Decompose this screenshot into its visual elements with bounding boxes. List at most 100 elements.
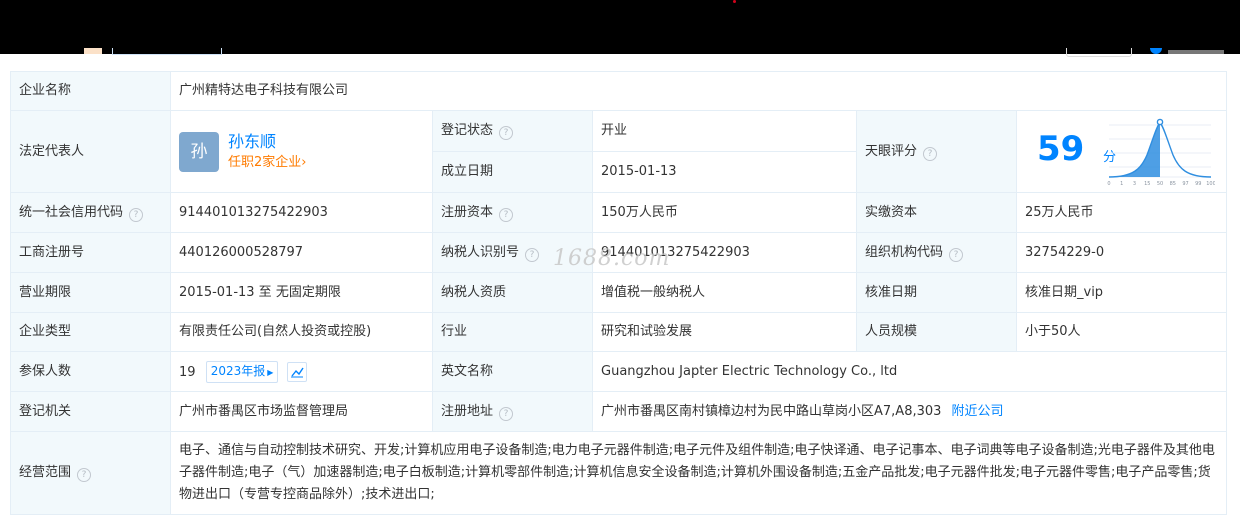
address-cell: 广州市番禺区南村镇樟边村为民中路山草岗小区A7,A8,303 附近公司 <box>592 391 1227 432</box>
staff-size-label: 人员规模 <box>856 312 1017 352</box>
scope-label: 经营范围 <box>19 465 72 480</box>
authority-value: 广州市番禺区市场监督管理局 <box>170 391 433 432</box>
authority-label: 登记机关 <box>10 391 171 432</box>
company-name-label: 企业名称 <box>10 71 171 111</box>
paid-capital-value: 25万人民币 <box>1016 192 1227 233</box>
org-code-label-cell: 组织机构代码? <box>856 232 1017 273</box>
found-date-label: 成立日期 <box>432 151 593 193</box>
approval-date-label: 核准日期 <box>856 272 1017 313</box>
avatar[interactable]: 孙 <box>179 131 219 172</box>
help-icon[interactable]: ? <box>525 247 540 262</box>
help-icon[interactable]: ? <box>129 207 144 222</box>
blue-tab-fragment <box>112 48 222 55</box>
reg-status-label: 登记状态 <box>441 123 494 138</box>
found-date-value: 2015-01-13 <box>592 151 857 193</box>
annual-report-badge[interactable]: 2023年报 ▶ <box>205 360 279 383</box>
insured-label: 参保人数 <box>10 351 171 392</box>
reg-capital-label: 注册资本 <box>441 204 494 220</box>
caret-right-icon: ▶ <box>267 367 274 377</box>
taxpayer-qual-value: 增值税一般纳税人 <box>592 272 857 313</box>
top-black-bar <box>0 0 1240 54</box>
term-label: 营业期限 <box>10 272 171 313</box>
help-icon[interactable]: ? <box>499 207 514 222</box>
score-tick-label: 3 <box>1133 181 1136 187</box>
paid-capital-label: 实缴资本 <box>856 192 1017 233</box>
score-tick-label: 100 <box>1206 181 1215 187</box>
company-name-value: 广州精特达电子科技有限公司 <box>170 71 1227 111</box>
taxpayer-qual-label: 纳税人资质 <box>432 272 593 313</box>
industry-label: 行业 <box>432 312 593 352</box>
legal-rep-name-link[interactable]: 孙东顺 <box>228 131 306 153</box>
row-credit-code: 统一社会信用代码? 914401013275422903 注册资本? 150万人… <box>10 192 1227 233</box>
taxpayer-id-label: 纳税人识别号 <box>441 244 520 260</box>
trend-chart-icon[interactable] <box>286 361 307 382</box>
help-icon[interactable]: ? <box>499 406 514 421</box>
biz-reg-no-label: 工商注册号 <box>10 232 171 273</box>
score-tick-label: 99 <box>1195 181 1201 187</box>
english-name-label: 英文名称 <box>432 351 593 392</box>
org-code-label: 组织机构代码 <box>865 244 944 260</box>
help-icon[interactable]: ? <box>77 468 92 482</box>
score-label-cell: 天眼评分? <box>856 110 1017 193</box>
header-strip <box>0 48 1240 62</box>
reg-capital-label-cell: 注册资本? <box>432 192 593 233</box>
control-button-fragment[interactable] <box>1066 48 1132 57</box>
staff-size-value: 小于50人 <box>1016 312 1227 352</box>
address-value: 广州市番禺区南村镇樟边村为民中路山草岗小区A7,A8,303 <box>601 403 942 419</box>
type-value: 有限责任公司(自然人投资或控股) <box>170 312 433 352</box>
score-tick-label: 1 <box>1120 181 1123 187</box>
row-insured: 参保人数 19 2023年报 ▶ 英文名称 Guangzhou Japter El… <box>10 351 1227 392</box>
score-tick-label: 15 <box>1144 181 1150 187</box>
address-label-cell: 注册地址? <box>432 391 593 432</box>
score-tick-label: 85 <box>1170 181 1176 187</box>
legal-rep-companies-text: 任职2家企业 <box>228 154 302 170</box>
score-label: 天眼评分 <box>865 143 918 159</box>
score-distribution-chart: 0 1 3 15 50 85 97 99 100 <box>1107 118 1215 187</box>
scope-value: 电子、通信与自动控制技术研究、开发;计算机应用电子设备制造;电力电子元器件制造;… <box>170 431 1227 515</box>
insured-value: 19 <box>179 364 196 380</box>
header-control-fragment <box>1168 50 1224 54</box>
score-tick-label: 0 <box>1107 181 1110 187</box>
industry-value: 研究和试验发展 <box>592 312 857 352</box>
credit-code-label-cell: 统一社会信用代码? <box>10 192 171 233</box>
approval-date-value: 核准日期_vip <box>1016 272 1227 313</box>
biz-reg-no-value: 440126000528797 <box>170 232 433 273</box>
help-icon[interactable]: ? <box>949 247 964 262</box>
address-label: 注册地址 <box>441 403 494 419</box>
score-cell[interactable]: 59 分 0 1 3 15 50 85 97 99 100 <box>1016 110 1227 193</box>
legal-rep-cell: 孙 孙东顺 任职2家企业› <box>170 110 433 193</box>
row-authority: 登记机关 广州市番禺区市场监督管理局 注册地址? 广州市番禺区南村镇樟边村为民中… <box>10 391 1227 432</box>
legal-rep-label: 法定代表人 <box>10 110 171 193</box>
reg-status-value: 开业 <box>592 110 857 152</box>
reg-capital-value: 150万人民币 <box>592 192 857 233</box>
org-code-value: 32754229-0 <box>1016 232 1227 273</box>
score-value: 59 <box>1037 129 1085 169</box>
insured-cell: 19 2023年报 ▶ <box>170 351 433 392</box>
nearby-companies-link[interactable]: 附近公司 <box>952 404 1004 419</box>
score-tick-label: 50 <box>1157 181 1163 187</box>
orange-tab-fragment <box>84 48 102 54</box>
annual-report-text: 2023年报 <box>210 363 266 378</box>
row-term: 营业期限 2015-01-13 至 无固定期限 纳税人资质 增值税一般纳税人 核… <box>10 272 1227 313</box>
row-type: 企业类型 有限责任公司(自然人投资或控股) 行业 研究和试验发展 人员规模 小于… <box>10 312 1227 352</box>
help-icon[interactable]: ? <box>499 126 514 140</box>
chevron-right-icon: › <box>301 154 307 170</box>
info-icon <box>1150 48 1162 54</box>
help-icon[interactable]: ? <box>923 146 938 161</box>
score-tick-label: 97 <box>1182 181 1188 187</box>
taxpayer-id-value: 914401013275422903 <box>592 232 857 273</box>
row-company-name: 企业名称 广州精特达电子科技有限公司 <box>10 71 1227 111</box>
row-biz-reg-no: 工商注册号 440126000528797 纳税人识别号? 9144010132… <box>10 232 1227 273</box>
row-scope: 经营范围? 电子、通信与自动控制技术研究、开发;计算机应用电子设备制造;电力电子… <box>10 431 1227 515</box>
type-label: 企业类型 <box>10 312 171 352</box>
term-value: 2015-01-13 至 无固定期限 <box>170 272 433 313</box>
red-dot <box>733 0 736 3</box>
taxpayer-id-label-cell: 纳税人识别号? <box>432 232 593 273</box>
reg-status-label-cell: 登记状态? <box>432 110 593 152</box>
scope-label-cell: 经营范围? <box>10 431 171 515</box>
company-info-table: 企业名称 广州精特达电子科技有限公司 法定代表人 孙 孙东顺 任职2家企业› 登… <box>10 71 1227 515</box>
credit-code-label: 统一社会信用代码 <box>19 204 124 220</box>
credit-code-value: 914401013275422903 <box>170 192 433 233</box>
row-legal-rep: 法定代表人 孙 孙东顺 任职2家企业› 登记状态? 开业 天眼评分? 59 分 <box>10 110 1227 193</box>
legal-rep-companies-link[interactable]: 任职2家企业› <box>228 153 306 173</box>
